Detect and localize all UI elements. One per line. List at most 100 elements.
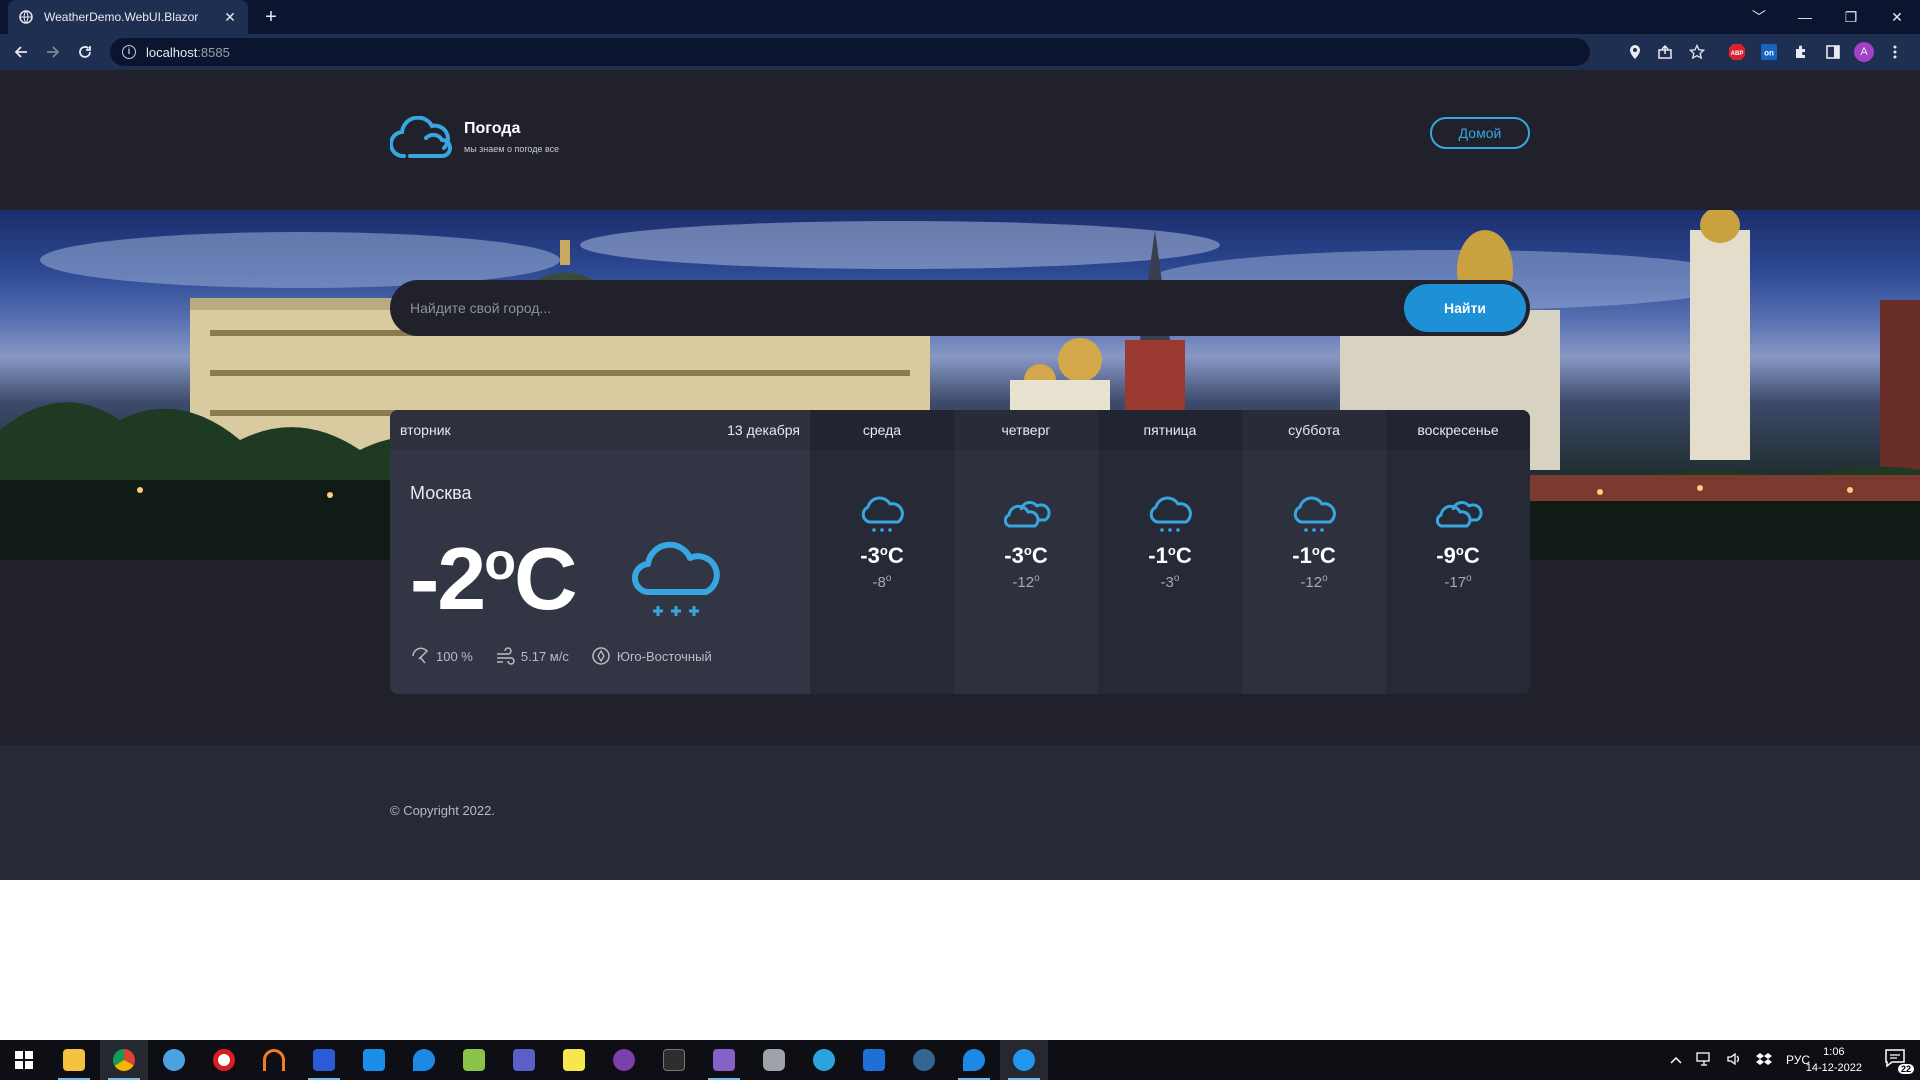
city-name: Москва: [410, 483, 472, 503]
cloud-snow-icon: [1293, 496, 1336, 532]
maps-taskbar-icon-2[interactable]: [950, 1040, 998, 1080]
day-name: суббота: [1242, 410, 1386, 450]
browser-tab-strip: WeatherDemo.WebUI.Blazor ✕ + ﹀ — ❐ ✕: [0, 0, 1920, 34]
calendar-app-taskbar-icon[interactable]: [300, 1040, 348, 1080]
cloud-snow-icon: [631, 541, 720, 616]
browser-menu-icon[interactable]: [1886, 43, 1904, 61]
paint-taskbar-icon[interactable]: [150, 1040, 198, 1080]
chrome-taskbar-icon[interactable]: [100, 1040, 148, 1080]
home-button[interactable]: Домой: [1430, 117, 1530, 149]
wind-direction: Юго-Восточный: [591, 646, 712, 666]
notepad-taskbar-icon[interactable]: [450, 1040, 498, 1080]
telegram-taskbar-icon[interactable]: [800, 1040, 848, 1080]
search-button[interactable]: Найти: [1404, 284, 1526, 332]
forecast-day: среда -3oC -8o: [810, 410, 954, 694]
new-tab-button[interactable]: +: [258, 4, 284, 30]
today-header: вторник 13 декабря: [390, 410, 810, 450]
tab-search-icon[interactable]: ﹀: [1736, 0, 1782, 34]
close-window-button[interactable]: ✕: [1874, 0, 1920, 34]
volume-icon[interactable]: [1726, 1052, 1742, 1069]
profile-avatar[interactable]: A: [1854, 42, 1874, 62]
cloud-logo-icon: [390, 116, 452, 159]
today-date: 13 декабря: [727, 422, 800, 438]
site-info-icon[interactable]: i: [122, 45, 136, 59]
database-taskbar-icon[interactable]: [750, 1040, 798, 1080]
cloud-snow-icon: [1149, 496, 1192, 532]
tab-close-icon[interactable]: ✕: [222, 9, 238, 26]
vscode-taskbar-icon[interactable]: [350, 1040, 398, 1080]
city-search-bar: Найти: [390, 280, 1530, 336]
clock-date: 14-12-2022: [1805, 1062, 1862, 1074]
bookmark-star-icon[interactable]: [1688, 43, 1706, 61]
forecast-panel: вторник 13 декабря Москва -2oC 100 % 5.1…: [390, 410, 1530, 694]
day-max-temp: -1oC: [1292, 543, 1336, 568]
location-pin-icon[interactable]: [1626, 43, 1644, 61]
start-button[interactable]: [0, 1040, 48, 1080]
copyright-text: © Copyright 2022.: [390, 803, 495, 818]
cloudy-icon: [1003, 501, 1051, 528]
restore-button[interactable]: ❐: [1828, 0, 1874, 34]
notification-count-badge: 22: [1897, 1064, 1914, 1074]
opera-taskbar-icon[interactable]: [200, 1040, 248, 1080]
svg-text:on: on: [1764, 49, 1774, 58]
day-name: четверг: [954, 410, 1098, 450]
browser-toolbar: i localhost:8585 ABP on A: [0, 34, 1920, 70]
day-max-temp: -1oC: [1148, 543, 1192, 568]
media-app-taskbar-icon[interactable]: [600, 1040, 648, 1080]
clock-time: 1:06: [1823, 1046, 1845, 1058]
address-bar[interactable]: i localhost:8585: [110, 38, 1590, 66]
minimize-button[interactable]: —: [1782, 0, 1828, 34]
brand[interactable]: Погода мы знаем о погоде все: [390, 116, 559, 160]
umbrella-icon: [412, 647, 429, 664]
share-icon[interactable]: [1656, 43, 1674, 61]
visual-studio-taskbar-icon[interactable]: [700, 1040, 748, 1080]
notification-center-button[interactable]: 22: [1884, 1048, 1914, 1074]
windows-logo-icon: [15, 1051, 33, 1069]
forecast-day: суббота -1oC -12o: [1242, 410, 1386, 694]
forward-arrow-icon[interactable]: [40, 39, 66, 65]
weather-details: 100 % 5.17 м/с Юго-Восточный: [410, 646, 712, 666]
terminal-taskbar-icon[interactable]: [650, 1040, 698, 1080]
side-panel-icon[interactable]: [1824, 43, 1842, 61]
onetab-extension-icon[interactable]: on: [1760, 43, 1778, 61]
windows-taskbar: РУС 1:06 14-12-2022 22: [0, 1040, 1920, 1080]
teams-taskbar-icon[interactable]: [500, 1040, 548, 1080]
forecast-day: пятница -1oC -3o: [1098, 410, 1242, 694]
sticky-notes-taskbar-icon[interactable]: [550, 1040, 598, 1080]
day-min-temp: -12o: [1300, 573, 1328, 591]
file-explorer-taskbar-icon[interactable]: [50, 1040, 98, 1080]
humidity: 100 %: [410, 646, 473, 666]
extensions-puzzle-icon[interactable]: [1792, 43, 1810, 61]
brand-tagline: мы знаем о погоде все: [464, 144, 560, 154]
city-search-input[interactable]: [410, 280, 1370, 336]
system-clock[interactable]: 1:06 14-12-2022: [1806, 1044, 1862, 1076]
day-max-temp: -9oC: [1436, 543, 1480, 568]
docker-taskbar-icon[interactable]: [1000, 1040, 1048, 1080]
site-header: Погода мы знаем о погоде все Домой: [0, 70, 1920, 210]
dropbox-icon[interactable]: [1756, 1052, 1772, 1069]
wind-icon: [496, 647, 515, 665]
wind-speed: 5.17 м/с: [495, 646, 569, 666]
back-arrow-icon[interactable]: [8, 39, 34, 65]
network-icon[interactable]: [1696, 1051, 1712, 1069]
today-weekday: вторник: [400, 422, 451, 438]
forecast-day: воскресенье -9oC -17o: [1386, 410, 1530, 694]
day-min-temp: -3o: [1160, 573, 1180, 591]
today-card: вторник 13 декабря Москва -2oC 100 % 5.1…: [390, 410, 810, 694]
day-max-temp: -3oC: [1004, 543, 1048, 568]
tab-title: WeatherDemo.WebUI.Blazor: [44, 10, 199, 24]
maps-taskbar-icon[interactable]: [400, 1040, 448, 1080]
vs-code-insiders-taskbar-icon[interactable]: [850, 1040, 898, 1080]
reload-icon[interactable]: [72, 39, 98, 65]
adblock-extension-icon[interactable]: ABP: [1728, 43, 1746, 61]
cloudy-icon: [1435, 501, 1483, 528]
day-min-temp: -12o: [1012, 573, 1040, 591]
headphones-app-taskbar-icon[interactable]: [250, 1040, 298, 1080]
svg-text:ABP: ABP: [1731, 51, 1744, 57]
browser-tab[interactable]: WeatherDemo.WebUI.Blazor ✕: [8, 0, 248, 34]
brand-name: Погода: [464, 120, 521, 137]
globe-icon: [18, 9, 34, 25]
tray-chevron-icon[interactable]: [1670, 1053, 1682, 1067]
postgresql-taskbar-icon[interactable]: [900, 1040, 948, 1080]
cloud-snow-icon: [861, 496, 904, 532]
